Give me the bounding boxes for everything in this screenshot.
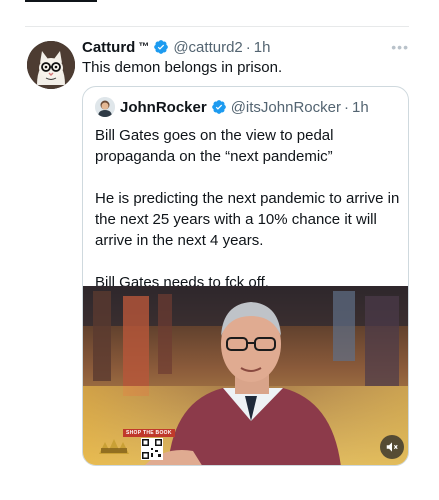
timestamp[interactable]: 1h — [254, 39, 271, 56]
qr-code-icon — [141, 438, 163, 460]
person-avatar-icon — [95, 97, 115, 117]
volume-mute-icon[interactable] — [380, 435, 404, 459]
divider — [25, 26, 409, 27]
handle[interactable]: @catturd2 — [173, 39, 242, 56]
more-horizontal-icon[interactable]: ••• — [391, 39, 409, 55]
avatar[interactable] — [27, 41, 75, 89]
quoted-tweet[interactable]: JohnRocker @itsJohnRocker · 1h Bill Gate… — [82, 86, 409, 466]
trademark-symbol: ™ — [138, 41, 150, 53]
quote-handle[interactable]: @itsJohnRocker — [231, 99, 341, 116]
tweet-text: This demon belongs in prison. — [82, 59, 283, 76]
quote-avatar[interactable] — [95, 97, 115, 117]
quote-display-name[interactable]: JohnRocker — [120, 99, 207, 116]
video-player[interactable]: SHOP THE BOOK — [83, 286, 408, 465]
display-name[interactable]: Catturd — [82, 39, 135, 56]
show-logo-icon — [99, 439, 129, 454]
tweet-header: Catturd ™ @catturd2 · 1h — [82, 36, 411, 58]
quote-timestamp[interactable]: 1h — [352, 99, 369, 116]
top-rule — [25, 0, 97, 2]
quote-paragraph: He is predicting the next pandemic to ar… — [95, 190, 400, 249]
quote-paragraph: Bill Gates goes on the view to pedal pro… — [95, 127, 334, 165]
quote-header: JohnRocker @itsJohnRocker · 1h — [95, 97, 369, 117]
verified-badge-icon — [211, 99, 227, 115]
cat-avatar-icon — [27, 41, 75, 89]
verified-badge-icon — [153, 39, 169, 55]
separator-dot: · — [343, 98, 349, 116]
video-frame — [83, 286, 408, 465]
separator-dot: · — [245, 38, 251, 56]
